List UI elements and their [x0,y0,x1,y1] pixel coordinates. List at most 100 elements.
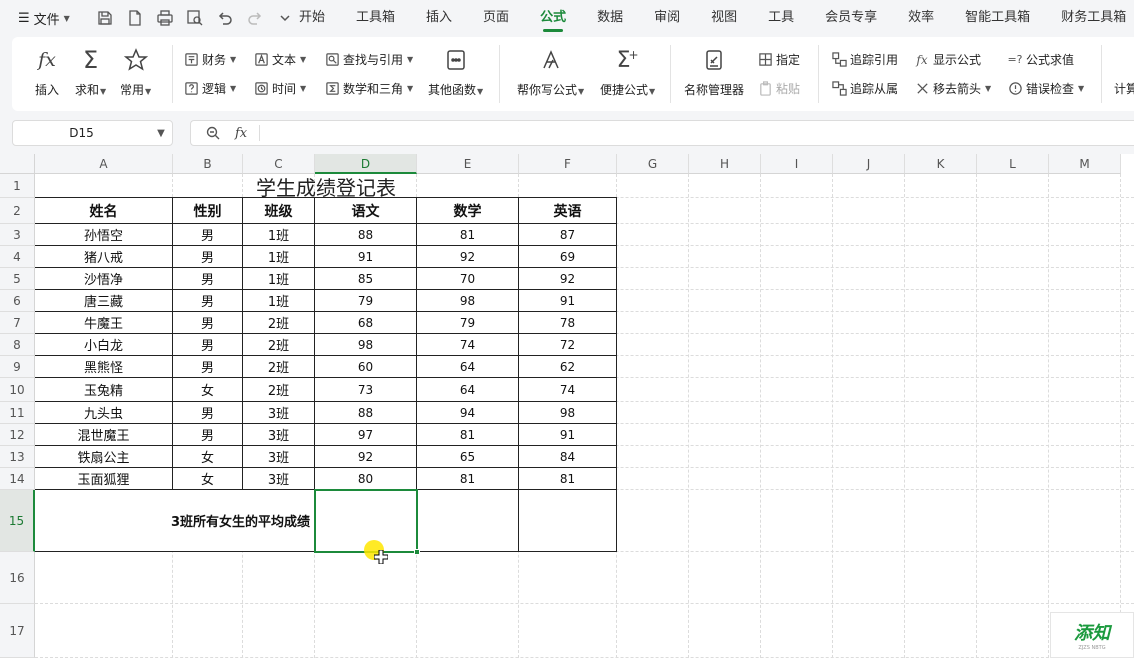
summary-label-cell[interactable]: 3班所有女生的平均成绩 [35,490,315,552]
tab-9[interactable]: 会员专享 [816,0,886,36]
column-header-M[interactable]: M [1049,154,1121,174]
table-cell[interactable]: 91 [315,246,417,268]
summary-value-cell[interactable] [417,490,519,552]
table-cell[interactable]: 沙悟净 [35,268,173,290]
table-cell[interactable]: 65 [417,446,519,468]
evaluate-formula-button[interactable]: =? 公式求值 [1007,51,1074,68]
row-header-12[interactable]: 12 [0,424,35,446]
table-cell[interactable]: 男 [173,334,243,356]
tab-6[interactable]: 审阅 [645,0,689,36]
table-cell[interactable]: 70 [417,268,519,290]
table-cell[interactable]: 80 [315,468,417,490]
table-header-cell[interactable]: 数学 [417,198,519,224]
undo-icon[interactable] [212,6,238,30]
table-cell[interactable]: 60 [315,356,417,378]
lookup-functions-button[interactable]: 查找与引用 ▼ [324,51,413,68]
export-pdf-icon[interactable] [122,6,148,30]
zoom-icon[interactable] [205,125,221,141]
tab-8[interactable]: 工具 [759,0,803,36]
table-cell[interactable]: 1班 [243,246,315,268]
table-cell[interactable]: 2班 [243,334,315,356]
table-cell[interactable]: 88 [315,402,417,424]
table-cell[interactable]: 小白龙 [35,334,173,356]
autosum-button[interactable]: Σ 求和▼ [75,45,106,98]
text-functions-button[interactable]: 文本 ▼ [253,51,306,68]
table-cell[interactable]: 91 [519,290,617,312]
row-header-9[interactable]: 9 [0,356,35,378]
column-header-H[interactable]: H [689,154,761,174]
tab-12[interactable]: 财务工具箱 [1052,0,1134,36]
column-header-F[interactable]: F [519,154,617,174]
table-cell[interactable]: 唐三藏 [35,290,173,312]
table-cell[interactable]: 男 [173,402,243,424]
table-cell[interactable]: 91 [519,424,617,446]
table-cell[interactable]: 68 [315,312,417,334]
table-cell[interactable]: 81 [519,468,617,490]
table-header-cell[interactable]: 性别 [173,198,243,224]
table-cell[interactable]: 92 [519,268,617,290]
table-cell[interactable]: 69 [519,246,617,268]
function-icon[interactable]: fx [235,126,247,141]
table-cell[interactable]: 74 [519,378,617,402]
column-header-K[interactable]: K [905,154,977,174]
table-header-cell[interactable]: 姓名 [35,198,173,224]
table-cell[interactable]: 64 [417,356,519,378]
trace-dependents-button[interactable]: 追踪从属 [831,80,898,97]
paste-name-button[interactable]: 粘贴 [757,80,800,97]
table-cell[interactable]: 81 [417,424,519,446]
table-cell[interactable]: 3班 [243,402,315,424]
table-cell[interactable]: 84 [519,446,617,468]
calculate-button[interactable]: 计算 [1114,80,1134,97]
column-header-J[interactable]: J [833,154,905,174]
redo-icon[interactable] [242,6,268,30]
column-header-A[interactable]: A [35,154,173,174]
table-cell[interactable]: 62 [519,356,617,378]
insert-function-button[interactable]: fx 插入 [32,45,62,98]
quick-formula-button[interactable]: Σ + 便捷公式▼ [600,45,655,98]
table-cell[interactable]: 98 [315,334,417,356]
table-cell[interactable]: 男 [173,356,243,378]
column-header-G[interactable]: G [617,154,689,174]
table-cell[interactable]: 3班 [243,424,315,446]
table-cell[interactable]: 74 [417,334,519,356]
table-cell[interactable]: 1班 [243,224,315,246]
table-cell[interactable]: 64 [417,378,519,402]
table-cell[interactable]: 2班 [243,378,315,402]
row-header-16[interactable]: 16 [0,552,35,604]
name-manager-button[interactable]: 名称管理器 [684,45,744,98]
remove-arrows-button[interactable]: 移去箭头 ▼ [914,80,991,97]
column-header-L[interactable]: L [977,154,1049,174]
print-icon[interactable] [152,6,178,30]
row-header-7[interactable]: 7 [0,312,35,334]
table-cell[interactable]: 九头虫 [35,402,173,424]
trace-precedents-button[interactable]: 追踪引用 [831,51,898,68]
tab-11[interactable]: 智能工具箱 [956,0,1039,36]
row-header-6[interactable]: 6 [0,290,35,312]
row-header-14[interactable]: 14 [0,468,35,490]
tab-1[interactable]: 工具箱 [347,0,404,36]
table-cell[interactable]: 黑熊怪 [35,356,173,378]
table-header-cell[interactable]: 英语 [519,198,617,224]
table-cell[interactable]: 78 [519,312,617,334]
table-cell[interactable]: 73 [315,378,417,402]
row-header-8[interactable]: 8 [0,334,35,356]
table-cell[interactable]: 男 [173,424,243,446]
row-header-3[interactable]: 3 [0,224,35,246]
tab-0[interactable]: 开始 [290,0,334,36]
print-preview-icon[interactable] [182,6,208,30]
row-header-4[interactable]: 4 [0,246,35,268]
table-cell[interactable]: 94 [417,402,519,424]
table-cell[interactable]: 87 [519,224,617,246]
formula-input[interactable] [260,121,1134,145]
finance-functions-button[interactable]: 财务 ▼ [183,51,236,68]
row-header-15[interactable]: 15 [0,490,35,552]
row-header-13[interactable]: 13 [0,446,35,468]
table-cell[interactable]: 2班 [243,312,315,334]
error-check-button[interactable]: 错误检查 ▼ [1007,80,1084,97]
table-cell[interactable]: 72 [519,334,617,356]
name-box[interactable]: D15 ▼ [12,120,173,146]
table-header-cell[interactable]: 班级 [243,198,315,224]
table-cell[interactable]: 男 [173,312,243,334]
tab-7[interactable]: 视图 [702,0,746,36]
table-cell[interactable]: 男 [173,290,243,312]
